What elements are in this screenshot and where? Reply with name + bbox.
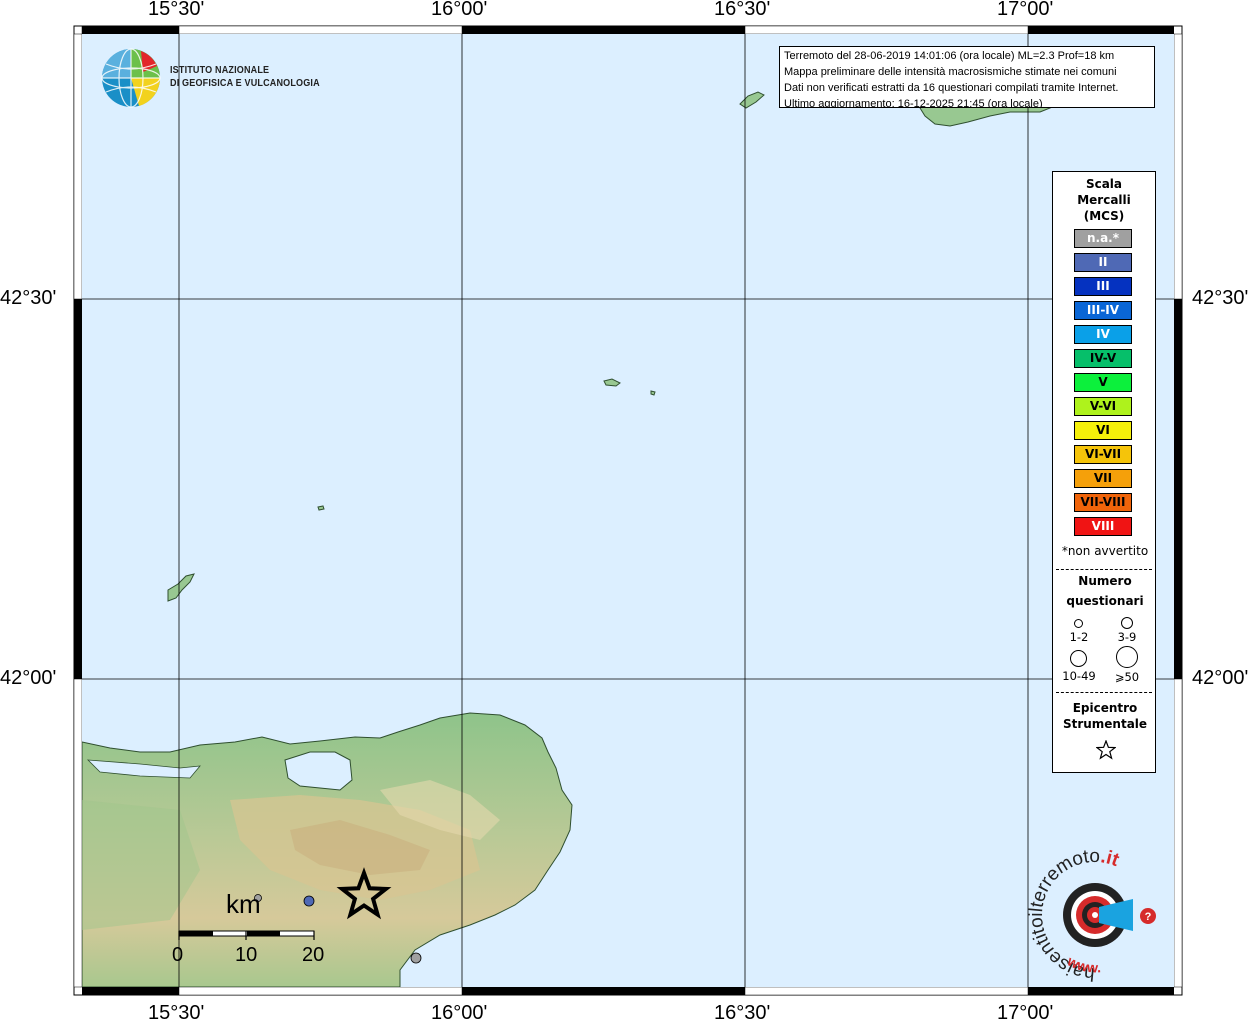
institute-name: ISTITUTO NAZIONALE DI GEOFISICA E VULCAN…	[170, 64, 320, 90]
count-label: 10-49	[1062, 669, 1096, 683]
mcs-class-swatch: IV	[1074, 325, 1132, 344]
count-label: 1-2	[1069, 630, 1089, 644]
island-pianosa	[317, 505, 325, 511]
mcs-class-swatch: IV-V	[1074, 349, 1132, 368]
count-title-line2: questionari	[1066, 594, 1144, 608]
count-symbol-small	[1074, 619, 1083, 628]
legend-divider	[1056, 569, 1152, 570]
not-felt-note: *non avvertito	[1061, 544, 1149, 558]
lat-label-right-2: 42°00'	[1192, 667, 1249, 689]
mcs-class-swatch: III-IV	[1074, 301, 1132, 320]
mcs-class-swatch: VI-VII	[1074, 445, 1132, 464]
mcs-class-swatch: VI	[1074, 421, 1132, 440]
count-label: ⩾50	[1114, 670, 1140, 684]
lon-label-bottom-1: 15°30'	[148, 1002, 205, 1024]
institute-name-line2: DI GEOFISICA E VULCANOLOGIA	[170, 77, 320, 89]
mcs-class-swatch: III	[1074, 277, 1132, 296]
scale-unit: km	[226, 889, 261, 919]
lon-label-top-2: 16°00'	[431, 0, 488, 20]
epicenter-title-line1: Epicentro	[1072, 701, 1138, 715]
lat-label-left-1: 42°30'	[0, 287, 57, 309]
mcs-class-swatch: II	[1074, 253, 1132, 272]
count-symbol-xlarge	[1116, 646, 1138, 668]
lon-label-top-3: 16°30'	[714, 0, 771, 20]
legend-title-line1: Scala	[1085, 177, 1123, 191]
count-label: 3-9	[1117, 630, 1137, 644]
mcs-class-swatch: V	[1074, 373, 1132, 392]
legend-panel: Scala Mercalli (MCS) n.a.* II III III-IV IV I…	[1052, 171, 1156, 773]
count-title-line1: Numero	[1078, 574, 1132, 588]
mcs-class-swatch: n.a.*	[1074, 229, 1132, 248]
epicenter-title-line2: Strumentale	[1062, 717, 1148, 731]
event-info-line: Terremoto del 28-06-2019 14:01:06 (ora l…	[784, 50, 1115, 62]
legend-divider	[1056, 692, 1152, 693]
mcs-class-swatch: VIII	[1074, 517, 1132, 536]
event-info-line: Dati non verificati estratti da 16 quest…	[784, 82, 1119, 94]
svg-text:?: ?	[1145, 911, 1152, 923]
legend-title-line2: Mercalli	[1077, 193, 1131, 207]
legend-title-line3: (MCS)	[1083, 209, 1125, 223]
intensity-point[interactable]	[303, 895, 315, 907]
scale-tick-label: 0	[172, 944, 184, 966]
intensity-point[interactable]	[410, 952, 422, 964]
ingv-globe-logo	[101, 48, 161, 108]
mcs-class-swatch: V-VI	[1074, 397, 1132, 416]
event-info-box: Terremoto del 28-06-2019 14:01:06 (ora l…	[779, 46, 1155, 108]
lon-label-top-1: 15°30'	[148, 0, 205, 20]
count-symbol-medium	[1121, 617, 1133, 629]
mcs-class-swatch: VII-VIII	[1074, 493, 1132, 512]
epicenter-star-icon	[1096, 740, 1116, 760]
lon-label-bottom-2: 16°00'	[431, 1002, 488, 1024]
event-info-line: Ultimo aggiornamento: 16-12-2025 21:45 (…	[784, 98, 1043, 108]
mcs-class-swatch: VII	[1074, 469, 1132, 488]
legend-title: Scala Mercalli (MCS)	[1053, 176, 1155, 224]
lat-label-right-1: 42°30'	[1192, 287, 1249, 309]
institute-name-line1: ISTITUTO NAZIONALE	[170, 64, 270, 76]
lon-label-bottom-3: 16°30'	[714, 1002, 771, 1024]
lon-label-top-4: 17°00'	[997, 0, 1054, 20]
lon-label-bottom-4: 17°00'	[997, 1002, 1054, 1024]
lat-label-left-2: 42°00'	[0, 667, 57, 689]
event-info-line: Mappa preliminare delle intensità macros…	[784, 66, 1117, 78]
scale-tick-label: 10	[235, 944, 258, 966]
scale-tick-label: 20	[302, 944, 325, 966]
count-symbol-large	[1070, 650, 1087, 667]
